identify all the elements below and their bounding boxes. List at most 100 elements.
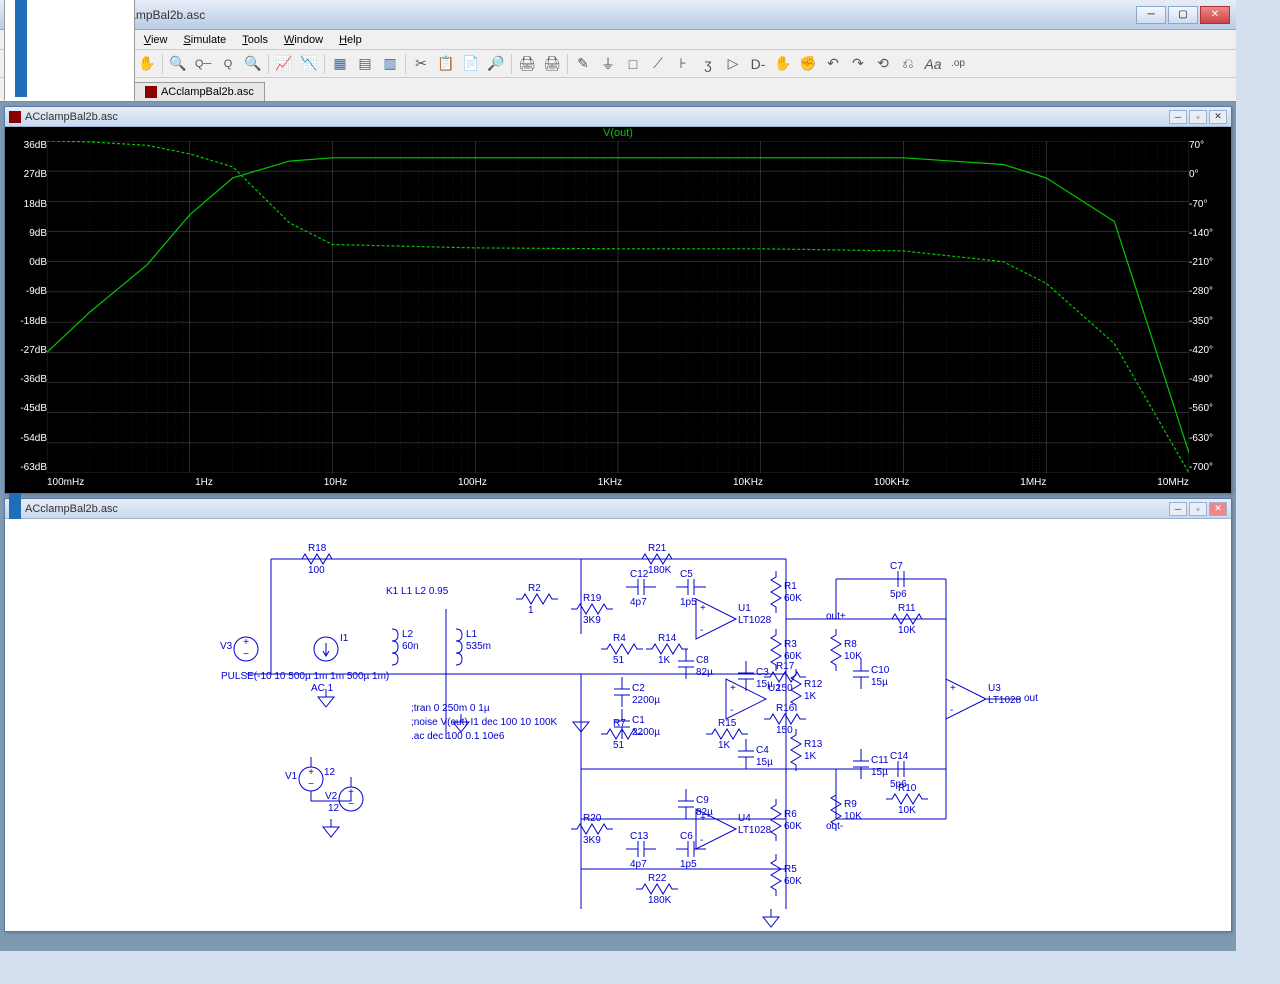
menu-view[interactable]: View [136,32,176,48]
waveform-icon [145,86,157,98]
svg-text:-: - [730,705,733,716]
label-net-button[interactable]: □ [621,52,645,76]
svg-text:C10: C10 [871,665,890,676]
drag-button[interactable]: ✊ [796,52,820,76]
schematic-icon [15,0,27,97]
svg-text:10K: 10K [844,651,862,662]
svg-text:1: 1 [528,605,534,616]
child-minimize-button[interactable]: ─ [1169,110,1187,124]
child-maximize-button[interactable]: ▫ [1189,502,1207,516]
menu-window[interactable]: Window [276,32,331,48]
cut-button[interactable]: ✂ [409,52,433,76]
trace-label[interactable]: V(out) [603,127,633,139]
y-axis-right: 70°0°-70°-140°-210°-280°-350°-420°-490°-… [1189,141,1229,473]
plot-area[interactable]: V(out) 36dB27dB18dB9dB0dB-9dB-18dB-27dB-… [5,127,1231,493]
redo-button[interactable]: ↷ [846,52,870,76]
tile-button[interactable]: ▦ [328,52,352,76]
waveform-titlebar[interactable]: ACclampBal2b.asc ─ ▫ ✕ [5,107,1231,127]
component-button[interactable]: D- [746,52,770,76]
zoom-out-button[interactable]: Q [216,52,240,76]
tab-waveform[interactable]: ACclampBal2b.asc [134,82,265,101]
svg-text:60K: 60K [784,593,802,604]
svg-text:R8: R8 [844,639,857,650]
svg-text:L2: L2 [402,629,414,640]
tab-schematic[interactable]: ACclampBal2b.asc [4,0,135,101]
svg-text:R19: R19 [583,593,602,604]
maximize-button[interactable]: ▢ [1168,6,1198,24]
find-button[interactable]: 🔎 [484,52,508,76]
svg-text:R18: R18 [308,543,327,554]
menu-tools[interactable]: Tools [234,32,276,48]
svg-text:+: + [243,637,249,648]
svg-text:R12: R12 [804,679,823,690]
minimize-button[interactable]: ─ [1136,6,1166,24]
waveform-window: ACclampBal2b.asc ─ ▫ ✕ V(out) 36dB27dB18… [4,106,1232,494]
close-button[interactable]: ✕ [1200,6,1230,24]
copy-button[interactable]: 📋 [434,52,458,76]
child-minimize-button[interactable]: ─ [1169,502,1187,516]
menu-simulate[interactable]: Simulate [175,32,234,48]
child-close-button[interactable]: ✕ [1209,502,1227,516]
svg-text:I1: I1 [340,633,349,644]
svg-text:LT1028: LT1028 [738,825,772,836]
svg-text:K1 L1 L2 0.95: K1 L1 L2 0.95 [386,586,449,597]
tab-strip: ACclampBal2b.asc ACclampBal2b.asc [0,78,1236,102]
svg-text:C6: C6 [680,831,693,842]
paste-button[interactable]: 📄 [459,52,483,76]
svg-text:100: 100 [308,565,325,576]
inductor-button[interactable]: ʒ [696,52,720,76]
halt-button[interactable]: ✋ [135,52,159,76]
svg-text:15µ: 15µ [756,679,773,690]
svg-text:C3: C3 [756,667,769,678]
svg-text:51: 51 [613,655,625,666]
plot-canvas[interactable] [47,141,1189,473]
svg-text:15µ: 15µ [871,677,888,688]
zoom-in-button[interactable]: 🔍 [166,52,190,76]
svg-text:150: 150 [776,683,793,694]
svg-text:R2: R2 [528,583,541,594]
tile-vert-button[interactable]: ▥ [378,52,402,76]
child-maximize-button[interactable]: ▫ [1189,110,1207,124]
schematic-titlebar[interactable]: ACclampBal2b.asc ─ ▫ ✕ [5,499,1231,519]
waveform-title: ACclampBal2b.asc [25,111,118,123]
svg-text:R7: R7 [613,718,626,729]
svg-text:R20: R20 [583,813,602,824]
svg-text:+: + [700,603,706,614]
svg-text:V1: V1 [285,771,298,782]
svg-text:60n: 60n [402,641,419,652]
svg-text:;tran 0 250m 0 1µ: ;tran 0 250m 0 1µ [411,703,490,714]
zoom-extents-button[interactable]: 🔍 [241,52,265,76]
svg-text:3K9: 3K9 [583,615,601,626]
schematic-canvas[interactable]: R18100+−V3PULSE(-10 10 500µ 1m 1m 500µ 1… [5,519,1231,931]
fft-button[interactable]: 📉 [297,52,321,76]
svg-text:R9: R9 [844,799,857,810]
move-button[interactable]: ✋ [771,52,795,76]
tile-horiz-button[interactable]: ▤ [353,52,377,76]
print-button[interactable]: 🖨 [515,52,539,76]
svg-text:L1: L1 [466,629,478,640]
menu-help[interactable]: Help [331,32,370,48]
svg-text:535m: 535m [466,641,491,652]
resistor-button[interactable]: ⟋ [646,52,670,76]
menubar: File Edit Hierarchy View Simulate Tools … [0,30,1236,50]
svg-text:1K: 1K [804,751,817,762]
spice-directive-button[interactable]: .op [946,52,970,76]
undo-button[interactable]: ↶ [821,52,845,76]
pan-button[interactable]: Q─ [191,52,215,76]
place-text-button[interactable]: Aa [921,52,945,76]
draw-wire-button[interactable]: ✎ [571,52,595,76]
mirror-button[interactable]: ⎌ [896,52,920,76]
autorange-button[interactable]: 📈 [272,52,296,76]
print-setup-button[interactable]: 🖨 [540,52,564,76]
svg-text:C2: C2 [632,683,645,694]
ground-button[interactable]: ⏚ [596,52,620,76]
svg-text:C8: C8 [696,655,709,666]
svg-text:5p6: 5p6 [890,589,907,600]
mdi-client: ACclampBal2b.asc ─ ▫ ✕ V(out) 36dB27dB18… [0,102,1236,951]
diode-button[interactable]: ▷ [721,52,745,76]
svg-text:180K: 180K [648,565,672,576]
child-close-button[interactable]: ✕ [1209,110,1227,124]
svg-text:C7: C7 [890,561,903,572]
rotate-button[interactable]: ⟲ [871,52,895,76]
capacitor-button[interactable]: ⊦ [671,52,695,76]
